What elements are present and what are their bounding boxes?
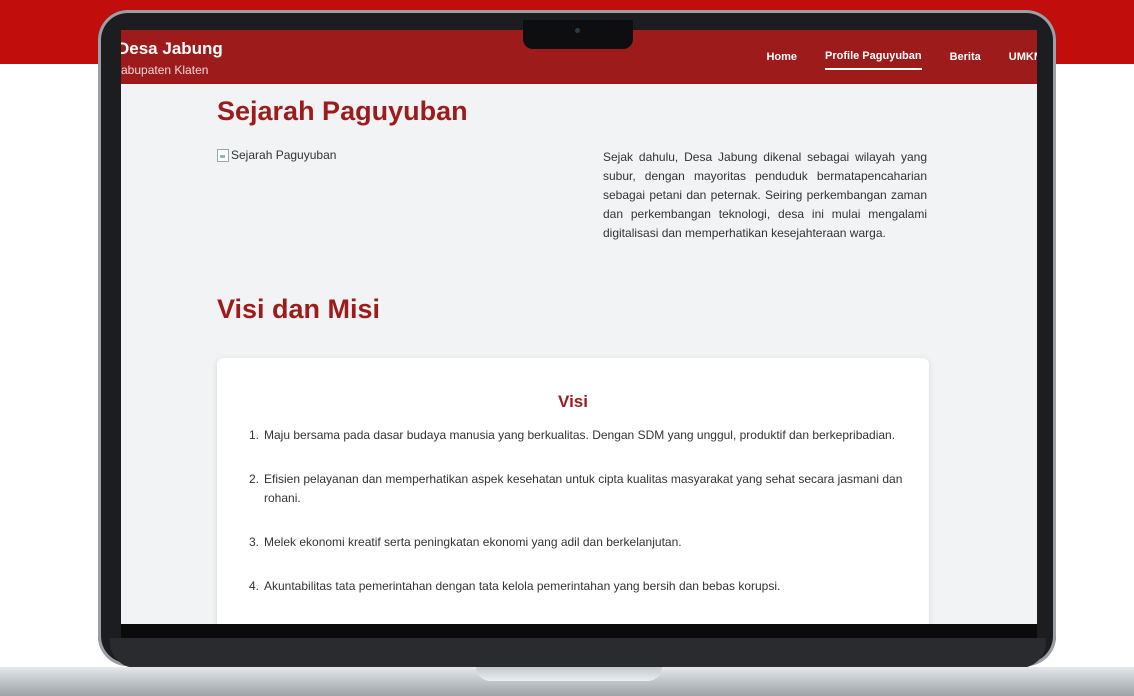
sejarah-image: Sejarah Paguyuban [217, 148, 336, 162]
list-text: Efisien pelayanan dan memperhatikan aspe… [264, 472, 903, 505]
laptop-chin [110, 638, 1046, 668]
visi-card: Visi 1. Maju bersama pada dasar budaya m… [217, 358, 929, 624]
visi-title: Visi [558, 392, 588, 411]
list-item: 4. Akuntabilitas tata pemerintahan denga… [249, 577, 909, 596]
site-name[interactable]: Desa Jabung [121, 39, 223, 59]
list-number: 1. [249, 428, 260, 442]
laptop-screen: Desa Jabung Kabupaten Klaten Home Profil… [121, 30, 1037, 624]
camera-notch [523, 20, 633, 49]
broken-image-icon [217, 148, 229, 162]
site-subtitle: Kabupaten Klaten [121, 63, 209, 77]
list-text: Akuntabilitas tata pemerintahan dengan t… [264, 579, 781, 593]
main-nav: Home Profile Paguyuban Berita UMKM [738, 30, 1037, 84]
screen-bezel [121, 624, 1037, 638]
sejarah-paragraph: Sejak dahulu, Desa Jabung dikenal sebaga… [603, 150, 927, 240]
sejarah-heading: Sejarah Paguyuban [217, 96, 468, 126]
list-text: Melek ekonomi kreatif serta peningkatan … [264, 535, 682, 549]
webcam-icon [575, 28, 580, 33]
nav-profile-paguyuban[interactable]: Profile Paguyuban [825, 44, 922, 70]
nav-umkm[interactable]: UMKM [1009, 45, 1037, 69]
list-item: 1. Maju bersama pada dasar budaya manusi… [249, 426, 909, 445]
list-number: 4. [249, 579, 260, 593]
nav-home[interactable]: Home [766, 45, 797, 69]
list-number: 2. [249, 472, 260, 486]
visi-misi-heading: Visi dan Misi [217, 294, 381, 324]
list-text: Maju bersama pada dasar budaya manusia y… [264, 428, 896, 442]
list-item: 2. Efisien pelayanan dan memperhatikan a… [249, 470, 909, 508]
nav-berita[interactable]: Berita [950, 45, 981, 69]
laptop-opening-notch [476, 667, 662, 681]
sejarah-image-alt: Sejarah Paguyuban [231, 148, 337, 162]
list-item: 3. Melek ekonomi kreatif serta peningkat… [249, 533, 909, 552]
list-number: 3. [249, 535, 260, 549]
visi-list: 1. Maju bersama pada dasar budaya manusi… [249, 426, 909, 621]
